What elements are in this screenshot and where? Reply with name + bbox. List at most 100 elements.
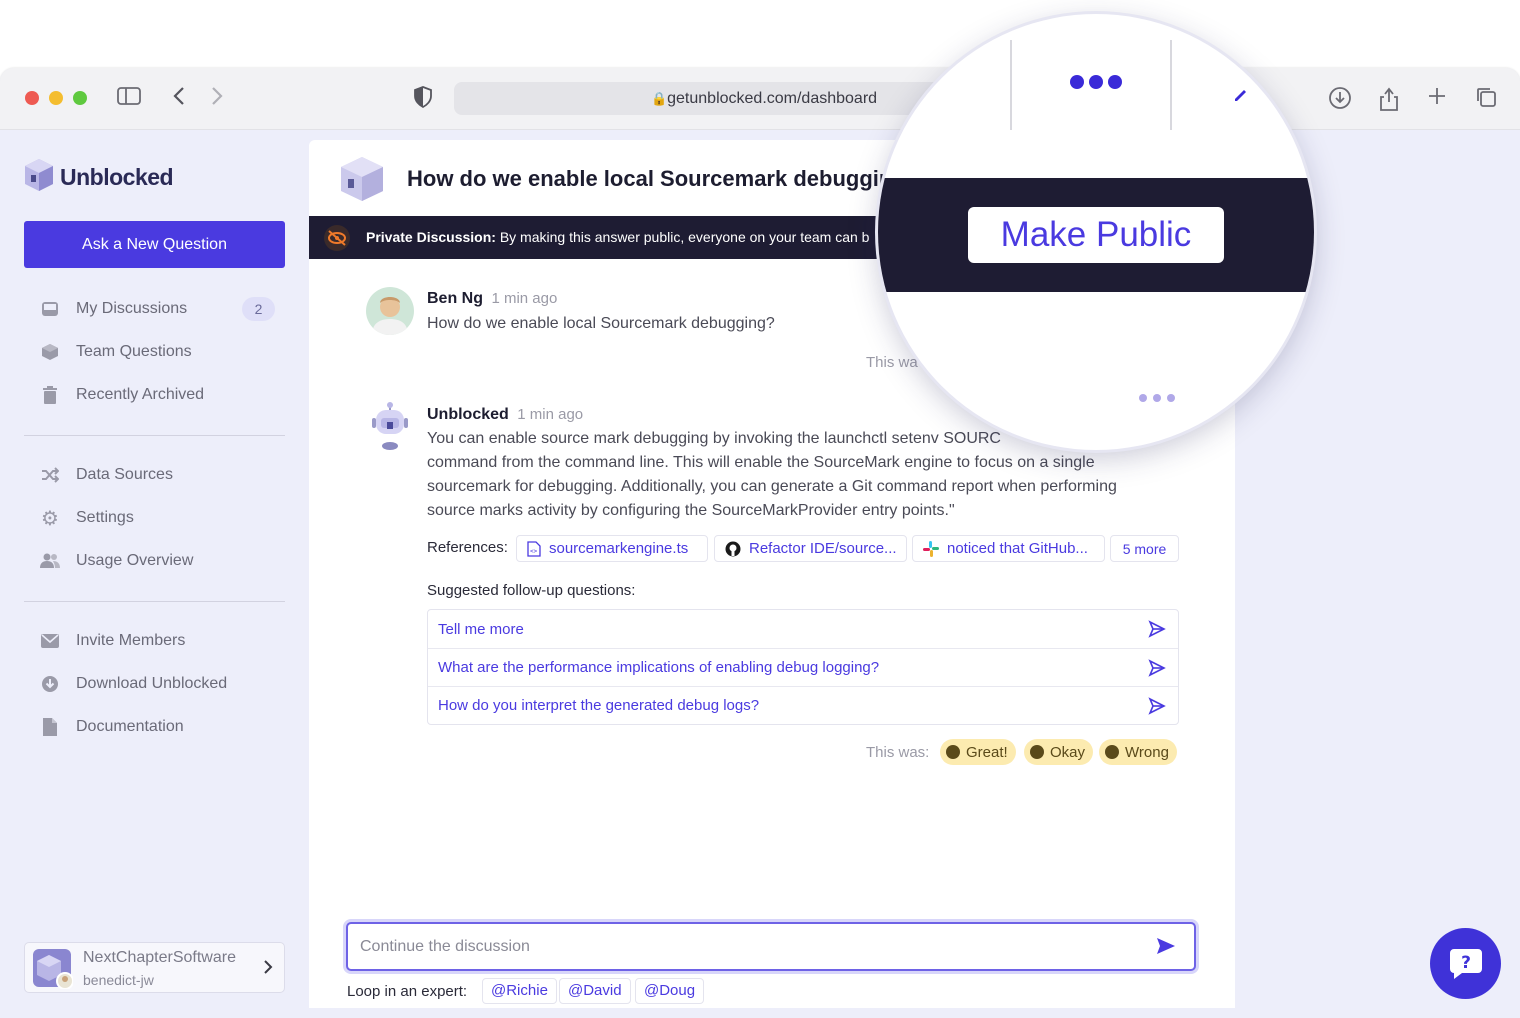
frown-icon xyxy=(1105,745,1119,759)
sidebar-divider xyxy=(24,435,285,436)
forward-icon[interactable] xyxy=(204,86,230,112)
rate-wrong-button[interactable]: Wrong xyxy=(1099,739,1177,765)
nav-settings[interactable]: ⚙ Settings xyxy=(40,505,134,531)
followup-text: What are the performance implications of… xyxy=(438,659,880,676)
document-icon xyxy=(40,717,60,737)
followup-text: How do you interpret the generated debug… xyxy=(438,697,760,714)
nav-label: Team Questions xyxy=(76,343,192,360)
close-window-button[interactable] xyxy=(25,91,39,105)
nav-invite-members[interactable]: Invite Members xyxy=(40,628,185,654)
minimize-window-button[interactable] xyxy=(49,91,63,105)
back-icon[interactable] xyxy=(166,86,192,112)
nav-label: Invite Members xyxy=(76,632,186,649)
question-author: Ben Ng xyxy=(427,290,483,307)
zoom-magnifier: Make Public xyxy=(878,14,1314,450)
tab-overview-icon[interactable] xyxy=(1473,86,1499,112)
nav-label: Settings xyxy=(76,509,134,526)
answer-author: Unblocked xyxy=(427,406,509,423)
send-icon xyxy=(1148,697,1166,715)
downloads-icon[interactable] xyxy=(1327,86,1353,112)
nav-recently-archived[interactable]: Recently Archived xyxy=(40,382,204,408)
chevron-right-icon xyxy=(263,959,273,980)
svg-text:<>: <> xyxy=(530,548,538,555)
more-options-icon[interactable] xyxy=(1069,74,1123,95)
rate-great-button[interactable]: Great! xyxy=(940,739,1016,765)
slack-icon xyxy=(923,540,939,557)
unblocked-logo-icon xyxy=(24,158,54,197)
reference-chip[interactable]: Refactor IDE/source... xyxy=(714,535,907,562)
maximize-window-button[interactable] xyxy=(73,91,87,105)
zoomed-private-banner: Make Public xyxy=(878,178,1314,292)
nav-data-sources[interactable]: Data Sources xyxy=(40,462,173,488)
answer-time: 1 min ago xyxy=(517,406,584,423)
discussion-cube-icon xyxy=(340,156,384,207)
new-tab-icon[interactable] xyxy=(1424,86,1450,112)
partial-rating-label: This wa xyxy=(866,354,918,371)
nav-team-questions[interactable]: Team Questions xyxy=(40,339,192,365)
nav-documentation[interactable]: Documentation xyxy=(40,714,184,740)
help-chat-icon: ? xyxy=(1448,947,1484,986)
user-avatar xyxy=(366,287,414,335)
nav-label: Documentation xyxy=(76,718,184,735)
reference-chip[interactable]: noticed that GitHub... xyxy=(912,535,1105,562)
nav-download-unblocked[interactable]: Download Unblocked xyxy=(40,671,227,697)
toolbar-divider xyxy=(1170,40,1172,130)
question-header: Ben Ng 1 min ago xyxy=(427,290,557,308)
answer-header: Unblocked 1 min ago xyxy=(427,406,583,424)
team-switcher[interactable]: NextChapterSoftware benedict-jw xyxy=(24,942,285,993)
nav-label: Download Unblocked xyxy=(76,675,228,692)
nav-label: Recently Archived xyxy=(76,386,205,403)
continue-discussion-field[interactable] xyxy=(346,922,1196,971)
sidebar-toggle-icon[interactable] xyxy=(116,86,142,112)
ask-new-question-button[interactable]: Ask a New Question xyxy=(24,221,285,268)
reference-label: Refactor IDE/source... xyxy=(749,540,897,557)
followup-item[interactable]: What are the performance implications of… xyxy=(428,648,1178,686)
users-icon xyxy=(40,551,60,571)
privacy-shield-icon[interactable] xyxy=(410,86,436,112)
download-icon xyxy=(40,674,60,694)
file-code-icon: <> xyxy=(527,540,541,557)
answer-body: You can enable source mark debugging by … xyxy=(427,427,1117,523)
toolbar-divider xyxy=(1010,40,1012,130)
more-options-small-icon[interactable] xyxy=(1138,390,1176,408)
discussion-title: How do we enable local Sourcemark debugg… xyxy=(407,166,920,191)
rate-okay-button[interactable]: Okay xyxy=(1024,739,1094,765)
url-text: getunblocked.com/dashboard xyxy=(667,90,878,107)
expert-chip[interactable]: @Richie xyxy=(482,978,557,1004)
logo-text: Unblocked xyxy=(60,164,174,190)
send-icon xyxy=(1148,659,1166,677)
references-label: References: xyxy=(427,539,508,556)
expert-chip[interactable]: @David xyxy=(559,978,631,1004)
browser-toolbar: 🔒getunblocked.com/dashboard xyxy=(0,68,1520,130)
nav-my-discussions[interactable]: My Discussions xyxy=(40,296,187,322)
send-message-icon[interactable] xyxy=(1156,937,1176,960)
rating-text: Okay xyxy=(1050,743,1086,761)
question-text: How do we enable local Sourcemark debugg… xyxy=(427,315,775,332)
nav-usage-overview[interactable]: Usage Overview xyxy=(40,548,193,574)
share-icon[interactable] xyxy=(1376,86,1402,112)
reference-label: sourcemarkengine.ts xyxy=(549,540,689,557)
more-references-button[interactable]: 5 more xyxy=(1110,535,1179,562)
reference-chip[interactable]: <> sourcemarkengine.ts xyxy=(516,535,708,562)
reference-label: noticed that GitHub... xyxy=(947,540,1088,557)
make-public-button[interactable]: Make Public xyxy=(968,207,1224,263)
rating-text: Great! xyxy=(966,743,1008,761)
team-user: benedict-jw xyxy=(83,972,154,988)
edit-icon[interactable] xyxy=(1234,88,1248,107)
send-icon xyxy=(1148,620,1166,638)
answer-line: command from the command line. This will… xyxy=(427,454,1095,471)
followup-item[interactable]: How do you interpret the generated debug… xyxy=(428,686,1178,724)
help-chat-button[interactable]: ? xyxy=(1430,928,1501,999)
team-avatar xyxy=(33,949,74,994)
followup-item[interactable]: Tell me more xyxy=(428,610,1178,648)
my-discussions-count-badge: 2 xyxy=(242,297,275,321)
shuffle-icon xyxy=(40,465,60,485)
expert-chip[interactable]: @Doug xyxy=(635,978,705,1004)
team-name: NextChapterSoftware xyxy=(83,949,236,966)
private-label: Private Discussion: xyxy=(366,229,496,245)
answer-line: sourcemark for debugging. Additionally, … xyxy=(427,478,1117,495)
followups-label: Suggested follow-up questions: xyxy=(427,582,636,599)
continue-discussion-input[interactable] xyxy=(360,924,1140,969)
mail-icon xyxy=(40,631,60,651)
rating-text: Wrong xyxy=(1125,743,1169,761)
